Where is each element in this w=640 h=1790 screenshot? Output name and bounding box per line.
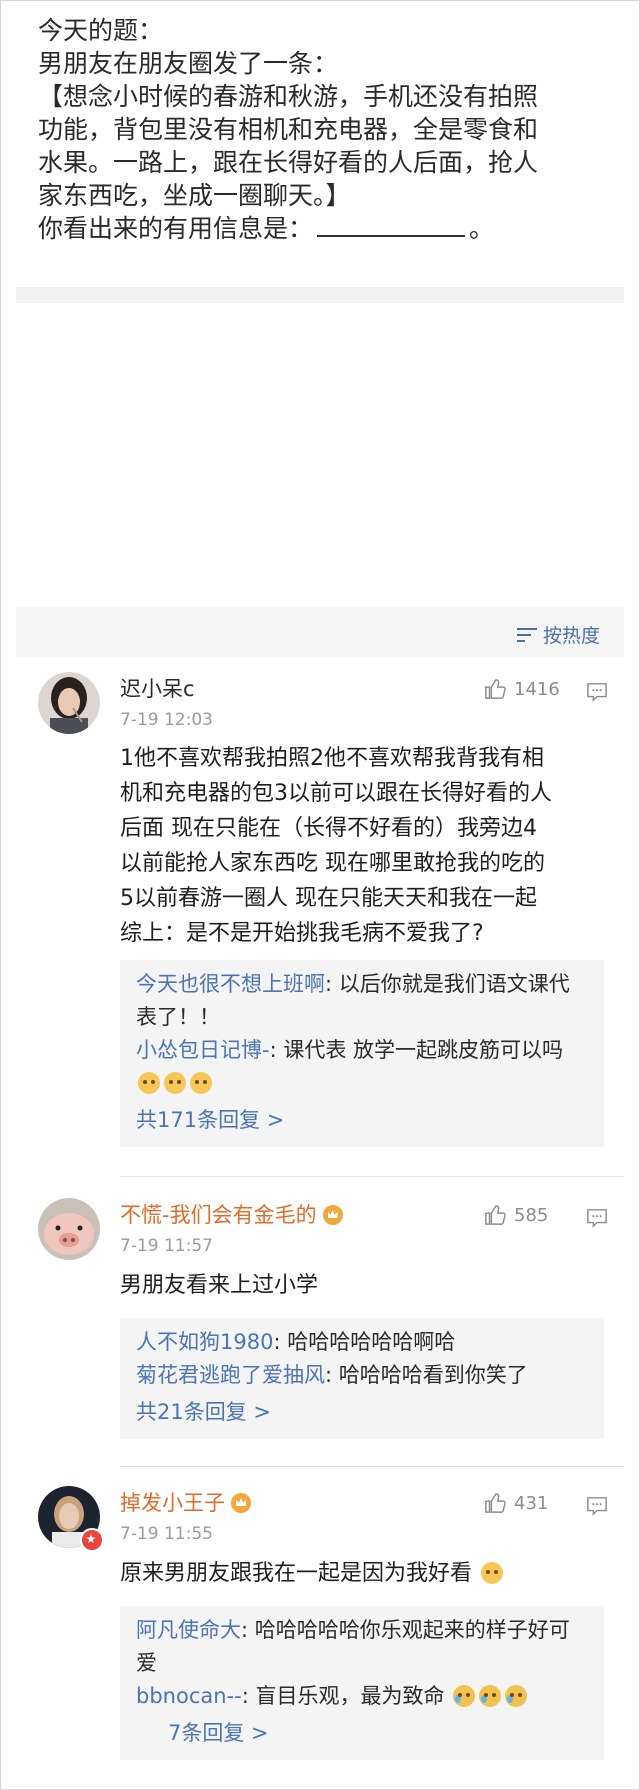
reply-username[interactable]: 今天也很不想上班啊 bbox=[136, 972, 325, 996]
username-text[interactable]: 不慌-我们会有金毛的 bbox=[120, 1203, 317, 1227]
post-question-prefix: 你看出来的有用信息是： bbox=[38, 214, 314, 243]
answer-blank bbox=[317, 213, 466, 237]
reply-box: 今天也很不想上班啊: 以后你就是我们语文课代表了！！ 小怂包日记博-: 课代表 … bbox=[120, 960, 604, 1147]
doge-emoji-icon bbox=[190, 1072, 212, 1094]
body-line: 5以前春游一圈人 现在只能天天和我在一起 bbox=[120, 886, 537, 911]
divider bbox=[120, 1466, 624, 1467]
username-text[interactable]: 掉发小王子 bbox=[120, 1491, 225, 1515]
avatar[interactable] bbox=[38, 1198, 100, 1260]
vip-crown-icon bbox=[322, 1205, 343, 1225]
like-count: 431 bbox=[514, 1492, 549, 1514]
reply-box: 人不如狗1980: 哈哈哈哈哈哈啊哈 菊花君逃跑了爱抽风: 哈哈哈哈看到你笑了 … bbox=[120, 1318, 604, 1439]
reply-icon[interactable] bbox=[586, 1496, 608, 1516]
body-line: 男朋友看来上过小学 bbox=[120, 1273, 319, 1298]
reply-text: : 盲目乐观，最为致命 bbox=[241, 1684, 445, 1708]
post-line: 水果。一路上，跟在长得好看的人后面，抢人 bbox=[38, 148, 539, 177]
comment-username[interactable]: 不慌-我们会有金毛的 bbox=[120, 1202, 343, 1228]
post-line: 【想念小时候的春游和秋游，手机还没有拍照 bbox=[38, 82, 539, 111]
reply-icon[interactable] bbox=[586, 1208, 608, 1228]
laugh-cry-emoji-icon bbox=[479, 1685, 502, 1707]
post-question-suffix: 。 bbox=[469, 214, 495, 243]
separator-bar bbox=[16, 287, 624, 303]
like-button[interactable]: 585 bbox=[484, 1204, 548, 1226]
doge-emoji-icon bbox=[164, 1072, 186, 1094]
thumbs-up-icon bbox=[485, 1205, 506, 1225]
reply-item: 小怂包日记博-: 课代表 放学一起跳皮筋可以吗 bbox=[136, 1034, 588, 1100]
like-button[interactable]: 431 bbox=[484, 1492, 548, 1514]
divider bbox=[120, 1176, 624, 1177]
sort-by-hot-button[interactable]: 按热度 bbox=[516, 621, 600, 648]
sort-bar: 按热度 bbox=[16, 607, 624, 657]
post-line: 今天的题： bbox=[38, 16, 164, 45]
doge-emoji-icon bbox=[138, 1072, 160, 1094]
avatar[interactable] bbox=[38, 672, 100, 734]
doge-emoji-icon bbox=[481, 1562, 504, 1584]
reply-text: : 哈哈哈哈哈哈啊哈 bbox=[273, 1330, 456, 1354]
more-replies-link[interactable]: 7条回复 > bbox=[136, 1717, 588, 1750]
comment-time: 7-19 11:57 bbox=[120, 1236, 213, 1256]
reply-username[interactable]: 菊花君逃跑了爱抽风 bbox=[136, 1363, 325, 1387]
comment-body: 1他不喜欢帮我拍照2他不喜欢帮我背我有相 机和充电器的包3以前可以跟在长得好看的… bbox=[120, 741, 610, 951]
laugh-cry-emoji-icon bbox=[505, 1685, 528, 1707]
like-count: 1416 bbox=[514, 678, 560, 700]
reply-item: bbnocan--: 盲目乐观，最为致命 bbox=[136, 1680, 588, 1713]
reply-box: 阿凡使命大: 哈哈哈哈哈你乐观起来的样子好可爱 bbnocan--: 盲目乐观，… bbox=[120, 1606, 604, 1760]
more-replies-link[interactable]: 共171条回复 > bbox=[136, 1104, 588, 1137]
comment-body: 原来男朋友跟我在一起是因为我好看 bbox=[120, 1556, 610, 1591]
body-line: 以前能抢人家东西吃 现在哪里敢抢我的吃的 bbox=[120, 851, 545, 876]
sort-icon bbox=[516, 627, 537, 643]
reply-username[interactable]: 阿凡使命大 bbox=[136, 1618, 241, 1642]
sort-label: 按热度 bbox=[542, 625, 600, 647]
post-line: 男朋友在朋友圈发了一条： bbox=[38, 49, 339, 78]
reply-username[interactable]: bbnocan-- bbox=[136, 1684, 242, 1708]
vip-crown-icon bbox=[231, 1493, 251, 1513]
post-line: 家东西吃，坐成一圈聊天。】 bbox=[38, 181, 351, 210]
body-line: 机和充电器的包3以前可以跟在长得好看的人 bbox=[120, 781, 552, 806]
like-count: 585 bbox=[514, 1204, 549, 1226]
reply-item: 今天也很不想上班啊: 以后你就是我们语文课代表了！！ bbox=[136, 968, 588, 1034]
thumbs-up-icon bbox=[485, 679, 506, 699]
comment-time: 7-19 12:03 bbox=[120, 710, 213, 730]
thumbs-up-icon bbox=[485, 1493, 506, 1513]
post-text: 今天的题： 男朋友在朋友圈发了一条： 【想念小时候的春游和秋游，手机还没有拍照 … bbox=[38, 14, 628, 245]
comment-username[interactable]: 掉发小王子 bbox=[120, 1490, 251, 1516]
laugh-cry-emoji-icon bbox=[453, 1685, 476, 1707]
post-line-last: 你看出来的有用信息是： 。 bbox=[38, 212, 628, 245]
body-line: 1他不喜欢帮我拍照2他不喜欢帮我背我有相 bbox=[120, 746, 544, 771]
body-line: 原来男朋友跟我在一起是因为我好看 bbox=[120, 1561, 473, 1586]
comment-username[interactable]: 迟小呆c bbox=[120, 676, 195, 702]
comment-body: 男朋友看来上过小学 bbox=[120, 1268, 610, 1303]
reply-item: 人不如狗1980: 哈哈哈哈哈哈啊哈 bbox=[136, 1326, 588, 1359]
post-line: 功能，背包里没有相机和充电器，全是零食和 bbox=[38, 115, 539, 144]
reply-icon[interactable] bbox=[586, 682, 608, 702]
reply-text: : 课代表 放学一起跳皮筋可以吗 bbox=[269, 1038, 564, 1062]
reply-item: 菊花君逃跑了爱抽风: 哈哈哈哈看到你笑了 bbox=[136, 1359, 588, 1392]
body-line: 综上：是不是开始挑我毛病不爱我了? bbox=[120, 921, 484, 946]
body-line: 后面 现在只能在（长得不好看的）我旁边4 bbox=[120, 816, 537, 841]
comment-time: 7-19 11:55 bbox=[120, 1524, 213, 1544]
reply-username[interactable]: 人不如狗1980 bbox=[136, 1330, 273, 1354]
more-replies-link[interactable]: 共21条回复 > bbox=[136, 1396, 588, 1429]
reply-item: 阿凡使命大: 哈哈哈哈哈你乐观起来的样子好可爱 bbox=[136, 1614, 588, 1680]
reply-text: : 哈哈哈哈看到你笑了 bbox=[325, 1363, 528, 1387]
reply-username[interactable]: 小怂包日记博- bbox=[136, 1038, 270, 1062]
verified-badge-icon bbox=[80, 1528, 104, 1552]
like-button[interactable]: 1416 bbox=[484, 678, 560, 700]
